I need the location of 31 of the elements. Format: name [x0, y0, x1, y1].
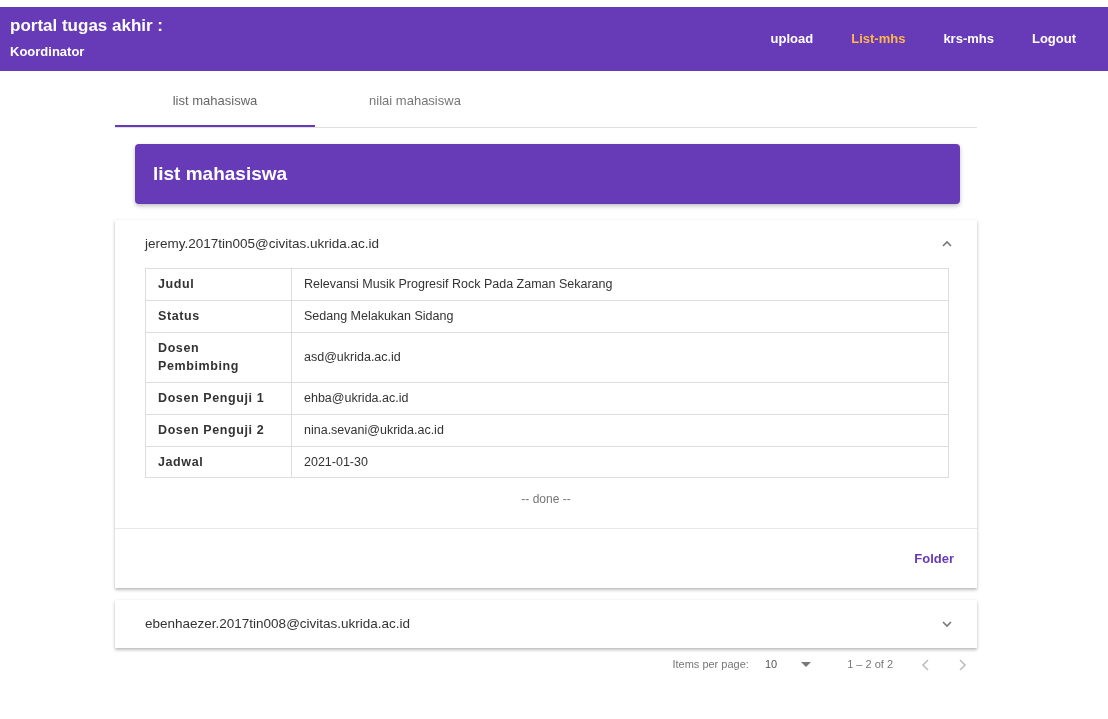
chevron-down-icon[interactable] — [941, 620, 953, 629]
table-cell: 2021-01-30 — [291, 446, 949, 478]
nav-link[interactable]: krs-mhs — [929, 25, 1008, 53]
section-header: list mahasiswa — [135, 143, 960, 204]
tab[interactable]: nilai mahasiswa — [315, 81, 515, 127]
table-cell: Judul — [145, 268, 292, 301]
table-cell: ehba@ukrida.ac.id — [291, 382, 949, 415]
table-cell: Relevansi Musik Progresif Rock Pada Zaman Sekarang — [291, 268, 949, 301]
page-range: 1 – 2 of 2 — [847, 657, 893, 673]
table-cell: nina.sevani@ukrida.ac.id — [291, 414, 949, 446]
chevron-up-icon[interactable] — [941, 240, 953, 248]
dropdown-arrow-icon[interactable] — [801, 662, 812, 667]
page-size-select[interactable]: 10 — [764, 656, 812, 673]
table-cell: Dosen Penguji 1 — [145, 382, 292, 415]
table-cell: asd@ukrida.ac.id — [291, 332, 949, 383]
nav-link[interactable]: Logout — [1017, 25, 1090, 53]
tab[interactable]: list mahasiswa — [115, 81, 315, 127]
status-note: -- done -- — [521, 492, 571, 507]
table-cell: Jadwal — [145, 446, 292, 478]
folder-button[interactable]: Folder — [908, 548, 960, 570]
table-cell: Dosen Penguji 2 — [145, 414, 292, 446]
table-cell: Dosen Pembimbing — [145, 332, 292, 383]
portal-title: portal tugas akhir : — [10, 16, 164, 37]
table-cell: Sedang Melakukan Sidang — [291, 300, 949, 332]
nav-link[interactable]: upload — [756, 25, 828, 53]
items-per-page-label: Items per page: — [672, 657, 749, 673]
role-label: Koordinator — [10, 43, 86, 62]
student-email[interactable]: jeremy.2017tin005@civitas.ukrida.ac.id — [145, 233, 380, 255]
nav-link[interactable]: List-mhs — [837, 25, 920, 53]
table-cell: Status — [145, 300, 292, 332]
student-email[interactable]: ebenhaezer.2017tin008@civitas.ukrida.ac.id — [145, 614, 411, 635]
